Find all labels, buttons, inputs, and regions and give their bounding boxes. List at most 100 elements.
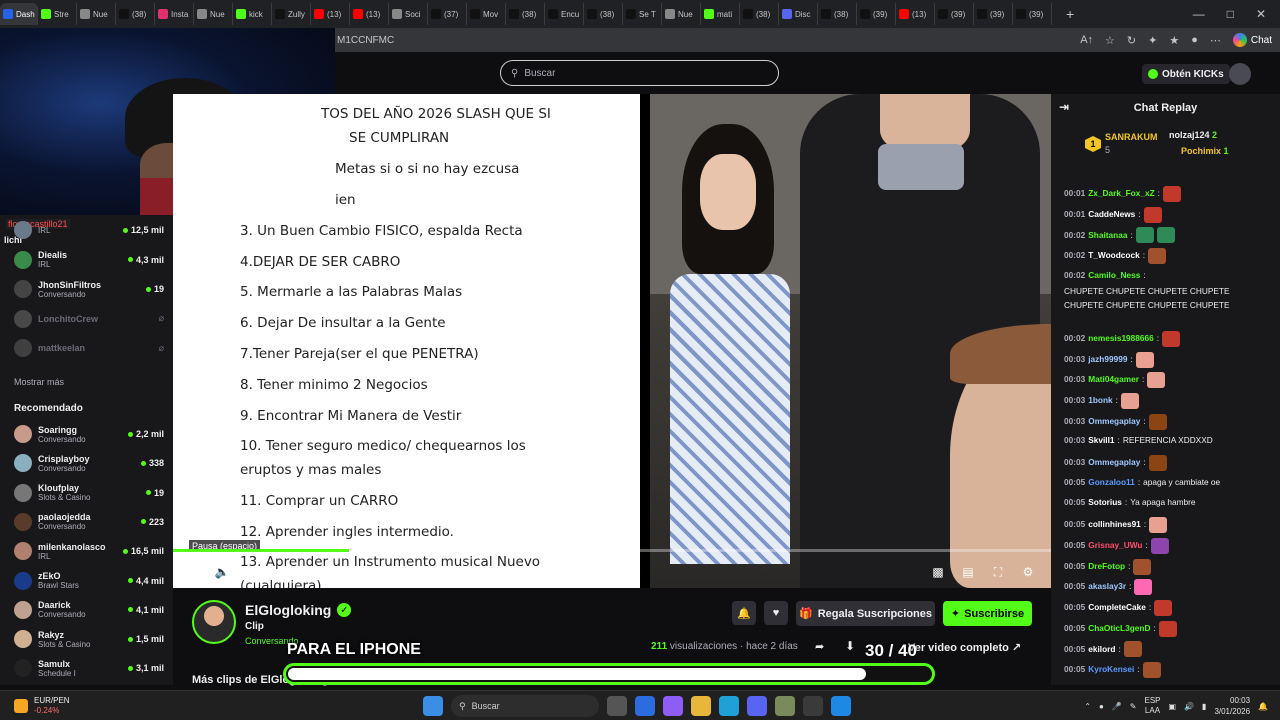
browser-tab[interactable]: Se T — [623, 3, 662, 25]
chat-username[interactable]: collinhines91 — [1088, 518, 1141, 532]
video-player[interactable]: TOS DEL AÑO 2026 SLASH QUE SI SE CUMPLIRA… — [173, 94, 1051, 588]
search-input[interactable]: ⚲ Buscar — [500, 60, 779, 86]
chat-username[interactable]: Skvill1 — [1088, 434, 1114, 448]
browser-tab[interactable]: mati — [701, 3, 740, 25]
sidebar-item-following[interactable]: Diealis IRL 4,3 mil — [14, 246, 164, 274]
battery-icon[interactable]: ▮ — [1202, 702, 1206, 711]
taskbar-search[interactable]: ⚲ Buscar — [451, 695, 599, 717]
video-progress-bar[interactable] — [173, 549, 1051, 552]
full-video-link[interactable]: Ver video completo ↗ — [908, 641, 1021, 654]
chat-username[interactable]: Gonzaloo11 — [1088, 476, 1135, 490]
theater-mode-icon[interactable]: ▤ — [961, 565, 975, 579]
user-avatar[interactable] — [1229, 63, 1251, 85]
browser-tab[interactable]: Insta — [155, 3, 194, 25]
clock[interactable]: 00:03 3/01/2026 — [1214, 695, 1250, 717]
leader-first-name[interactable]: SANRAKUM — [1105, 132, 1158, 142]
settings-icon[interactable]: ⚙ — [1021, 565, 1035, 579]
leader-third[interactable]: Pochimix 1 — [1181, 146, 1229, 156]
sidebar-item-recommended[interactable]: Kloufplay Slots & Casino 19 — [14, 479, 164, 507]
browser-tab[interactable]: Stre — [38, 3, 77, 25]
favorite-star-icon[interactable]: ☆ — [1105, 34, 1115, 47]
browser-tab[interactable]: kick — [233, 3, 272, 25]
browser-tab[interactable]: (38) — [818, 3, 857, 25]
sidebar-item-recommended[interactable]: milenkanolasco IRL 16,5 mil — [14, 537, 164, 565]
pause-icon[interactable]: ❚❚ — [186, 565, 206, 579]
browser-tab[interactable]: (38) — [584, 3, 623, 25]
chat-username[interactable]: KyroKensei — [1088, 663, 1134, 677]
discord-icon[interactable] — [747, 696, 767, 716]
ticker-widget[interactable]: EUR/PEN -0.24% — [14, 696, 70, 716]
volume-icon[interactable]: 🔈 — [215, 565, 230, 579]
sidebar-item-recommended[interactable]: paolaojedda Conversando 223 — [14, 508, 164, 536]
browser-tab[interactable]: (39) — [857, 3, 896, 25]
sidebar-item-following[interactable]: mattkeelan ⌀ — [14, 334, 164, 362]
copilot-button[interactable]: Chat — [1232, 33, 1272, 47]
chat-username[interactable]: Ommegaplay — [1088, 456, 1140, 470]
new-tab-button[interactable]: + — [1066, 6, 1074, 22]
maximize-icon[interactable]: □ — [1227, 7, 1234, 21]
photos-icon[interactable] — [831, 696, 851, 716]
chat-username[interactable]: 1bonk — [1088, 394, 1112, 408]
browser-tab[interactable]: Encu — [545, 3, 584, 25]
chat-username[interactable]: nemesis1988666 — [1088, 332, 1154, 346]
chat-username[interactable]: T_Woodcock — [1088, 249, 1139, 263]
chat-username[interactable]: Grisnay_UWu — [1088, 539, 1142, 553]
chat-username[interactable]: DreFotop — [1088, 560, 1125, 574]
browser-tab[interactable]: (38) — [116, 3, 155, 25]
pen-icon[interactable]: ✎ — [1130, 702, 1137, 711]
get-kicks-button[interactable]: Obtén KICKs — [1142, 64, 1230, 84]
copilot-app-icon[interactable] — [663, 696, 683, 716]
chat-username[interactable]: ekilord — [1088, 643, 1115, 657]
tray-overflow-icon[interactable]: ⌃ — [1084, 702, 1091, 711]
download-icon[interactable]: ⬇ — [845, 639, 855, 653]
mic-icon[interactable]: 🎤 — [1112, 702, 1122, 711]
file-explorer-icon[interactable] — [691, 696, 711, 716]
browser-tab[interactable]: (38) — [740, 3, 779, 25]
fullscreen-icon[interactable]: ⛶ — [991, 565, 1005, 579]
chat-username[interactable]: Mati04gamer — [1088, 373, 1139, 387]
share-icon[interactable]: ➦ — [815, 640, 824, 653]
store-icon[interactable] — [635, 696, 655, 716]
language-indicator[interactable]: ESP LAA — [1144, 696, 1160, 716]
browser-tab[interactable]: (39) — [974, 3, 1013, 25]
sidebar-item-recommended[interactable]: Rakyz Slots & Casino 1,5 mil — [14, 625, 164, 653]
browser-tab[interactable]: (13) — [350, 3, 389, 25]
browser-tab[interactable]: Soci — [389, 3, 428, 25]
browser-tab[interactable]: (39) — [935, 3, 974, 25]
pip-icon[interactable]: ▩ — [931, 565, 945, 579]
chat-username[interactable]: jazh99999 — [1088, 353, 1127, 367]
browser-tab[interactable]: Nue — [77, 3, 116, 25]
collapse-chat-icon[interactable]: ⇥ — [1059, 100, 1069, 114]
browser-tab[interactable]: (13) — [896, 3, 935, 25]
chat-username[interactable]: Camilo_Ness — [1088, 269, 1140, 283]
read-aloud-icon[interactable]: A↑ — [1080, 34, 1093, 46]
refresh-icon[interactable]: ↻ — [1127, 34, 1136, 47]
browser-tab[interactable]: Nue — [662, 3, 701, 25]
browser-tab[interactable]: (37) — [428, 3, 467, 25]
browser-tab[interactable]: Dash — [0, 3, 38, 25]
minimize-icon[interactable]: — — [1193, 7, 1205, 21]
volume-tray-icon[interactable]: 🔊 — [1184, 702, 1194, 711]
sidebar-item-following[interactable]: LonchitoCrew ⌀ — [14, 305, 164, 333]
sidebar-item-following[interactable]: IRL 12,5 mil — [14, 216, 164, 244]
chat-username[interactable]: Sotorius — [1088, 496, 1122, 510]
chat-username[interactable]: ChaOticL3genD — [1088, 622, 1150, 636]
favorites-icon[interactable]: ★ — [1169, 34, 1179, 47]
chat-username[interactable]: CaddeNews — [1088, 208, 1135, 222]
app-icon[interactable] — [775, 696, 795, 716]
chat-username[interactable]: akaslay3r — [1088, 580, 1126, 594]
browser-tab[interactable]: (38) — [506, 3, 545, 25]
show-more-link[interactable]: Mostrar más — [14, 377, 64, 387]
more-menu-icon[interactable]: ⋯ — [1210, 34, 1221, 47]
leader-second[interactable]: nolzaj124 2 — [1169, 130, 1217, 140]
sidebar-item-recommended[interactable]: zEkO Brawl Stars 4,4 mil — [14, 567, 164, 595]
browser-tab[interactable]: Disc — [779, 3, 818, 25]
close-icon[interactable]: ✕ — [1256, 7, 1266, 21]
browser-tab[interactable]: (39) — [1013, 3, 1052, 25]
favorite-heart-button[interactable]: ♥ — [764, 601, 788, 625]
browser-tab[interactable]: Nue — [194, 3, 233, 25]
browser-tab[interactable]: Mov — [467, 3, 506, 25]
chat-username[interactable]: Zx_Dark_Fox_xZ — [1088, 187, 1154, 201]
url-text[interactable]: M1CCNFMC — [337, 35, 394, 46]
windows-start-icon[interactable] — [423, 696, 443, 716]
